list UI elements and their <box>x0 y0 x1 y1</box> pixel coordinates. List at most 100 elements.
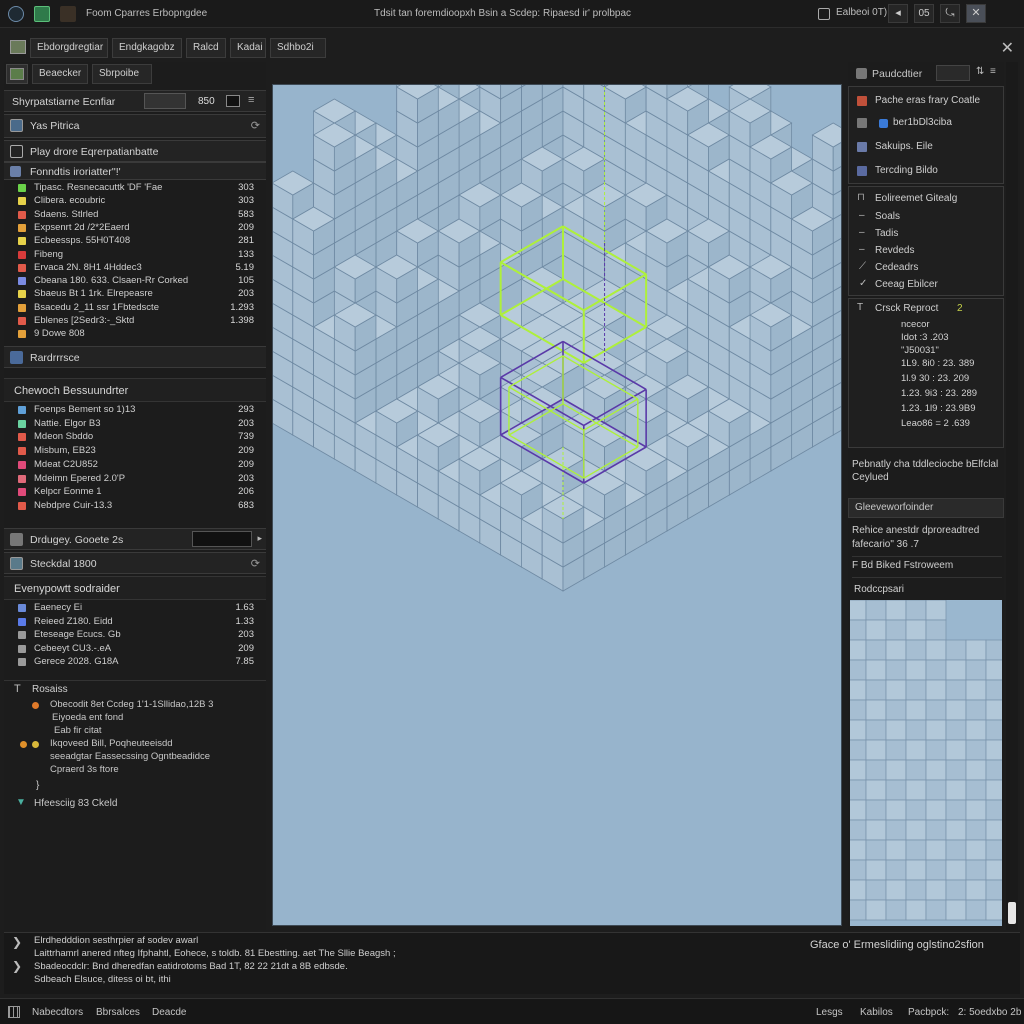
list-item[interactable]: Reieed Z180. Eidd 1.33 <box>4 616 266 629</box>
list-item[interactable]: Sdaens. Stlrled 583 <box>4 209 266 222</box>
status-left-2[interactable]: Deacde <box>152 1007 186 1018</box>
right-item-1[interactable]: ber1bDl3ciba <box>849 115 1005 131</box>
list-item[interactable]: Ecbeessps. 55H0T408 281 <box>4 235 266 248</box>
grid-icon-status[interactable] <box>8 1006 20 1018</box>
zoom-value[interactable]: 05 <box>914 4 934 23</box>
tab-4[interactable]: Sdhbo2i <box>270 38 326 58</box>
list-item[interactable]: Clibera. ecoubric 303 <box>4 195 266 208</box>
image-thumb-icon[interactable] <box>10 40 26 54</box>
left-tab-1[interactable]: Sbrpoibe <box>92 64 152 84</box>
list-item[interactable]: Mdeat C2U852 209 <box>4 459 266 472</box>
list-item[interactable]: Cebeeyt CU3.-.eA 209 <box>4 643 266 656</box>
menu-icon[interactable]: ≡ <box>248 94 254 106</box>
right-s1-item-0[interactable]: – Soals <box>849 209 1005 225</box>
send-icon[interactable]: ⤿ <box>940 4 960 23</box>
preview-voxel <box>865 719 887 741</box>
right-note-3[interactable]: F Bd Biked Fstroweem <box>852 560 1002 578</box>
status-right-0[interactable]: Lesgs <box>816 1007 843 1018</box>
right-item-0[interactable]: Pache eras frary Coatle <box>849 93 1005 109</box>
list-item[interactable]: Mdeon Sbddo 739 <box>4 431 266 444</box>
right-section-3[interactable]: Gleeveworfoinder <box>848 498 1004 518</box>
right-section-2-header[interactable]: T Crsck Reproct 2 <box>849 301 1005 317</box>
calendar-icon[interactable] <box>818 8 830 20</box>
list-item[interactable]: Sbaeus Bt 1 1rk. Elrepeasre 203 <box>4 288 266 301</box>
list-item[interactable]: Expsenrt 2d /2*2Eaerd 209 <box>4 222 266 235</box>
refresh-icon[interactable]: ⟳ <box>251 119 260 132</box>
list-item[interactable]: Foenps Bement so 1)13 293 <box>4 404 266 417</box>
list-item[interactable]: Misbum, EB23 209 <box>4 445 266 458</box>
footer-item[interactable]: ▼ Hfeesciig 83 Ckeld <box>4 796 266 812</box>
close-window-button[interactable]: ✕ <box>966 4 986 23</box>
item-steckdal[interactable]: Steckdal 1800 ⟳ <box>4 552 266 574</box>
voxel-scene[interactable] <box>273 85 842 926</box>
vertical-scrollbar[interactable] <box>1006 62 1018 930</box>
tab-3[interactable]: Kadai <box>230 38 266 58</box>
user-icon[interactable] <box>60 6 76 22</box>
status-right-2[interactable]: Pacbpck: <box>908 1007 949 1018</box>
list-item[interactable]: Fibeng 133 <box>4 249 266 262</box>
refresh-icon-2[interactable]: ⟳ <box>251 557 260 570</box>
preview-pane[interactable] <box>850 600 1002 926</box>
text-icon: T <box>857 302 864 313</box>
3d-viewport[interactable] <box>272 84 842 926</box>
right-item-2[interactable]: Sakuips. Eile <box>849 139 1005 155</box>
section-4-header[interactable]: T Rosaiss <box>4 680 266 696</box>
console-panel: ❯ ❯ Elrdhedddion sesthrpier af sodev awa… <box>4 932 1020 994</box>
list-item[interactable]: Mdeimn Epered 2.0'P 203 <box>4 473 266 486</box>
list-item[interactable]: Nattie. Elgor B3 203 <box>4 418 266 431</box>
section-2-header[interactable]: Chewoch Bessuundrter <box>4 378 266 402</box>
dash-icon-2: – <box>859 227 865 238</box>
item-play[interactable]: Play drore Eqrerpatianbatte <box>4 140 266 162</box>
chevron-down-icon[interactable]: ▼ <box>16 797 26 808</box>
sort-icon[interactable]: ⇅ <box>976 66 984 77</box>
scrollbar-thumb[interactable] <box>1008 902 1016 924</box>
right-section-1-header[interactable]: Eolireemet Gitealg ⊓ <box>849 191 1005 207</box>
tab-2[interactable]: Ralcd <box>186 38 226 58</box>
checkbox-icon[interactable] <box>10 145 23 158</box>
right-s1-item-2[interactable]: – Revdeds <box>849 243 1005 259</box>
list-item[interactable]: Kelpcr Eonme 1 206 <box>4 486 266 499</box>
console-expand-icon[interactable]: ❯ <box>12 935 22 949</box>
right-s1-item-1[interactable]: – Tadis <box>849 226 1005 242</box>
tab-1[interactable]: Endgkagobz <box>112 38 182 58</box>
list-item[interactable]: Eaenecy Ei 1.63 <box>4 602 266 615</box>
toggle-icon[interactable] <box>226 95 240 107</box>
status-left-1[interactable]: Bbrsalces <box>96 1007 140 1018</box>
header-input[interactable] <box>936 65 970 81</box>
status-left-0[interactable]: Nabecdtors <box>32 1007 83 1018</box>
right-s1-item-3[interactable]: ⟋ Cedeadrs <box>849 260 1005 276</box>
right-s1-item-4[interactable]: ✓ Ceeag Ebilcer <box>849 277 1005 293</box>
green-app-icon[interactable] <box>34 6 50 22</box>
image-icon <box>10 119 23 132</box>
list-item[interactable]: Gerece 2028. G18A 7.85 <box>4 656 266 669</box>
right-item-3[interactable]: Tercding Bildo <box>849 163 1005 179</box>
menu-icon-right[interactable]: ≡ <box>990 66 996 77</box>
search-input[interactable] <box>144 93 186 109</box>
panel-checkbox-icon[interactable] <box>856 68 867 79</box>
status-right-3[interactable]: 2: 5oedxbo 2b <box>958 1007 1021 1018</box>
previous-button[interactable]: ◂ <box>888 4 908 23</box>
preview-voxel <box>850 799 867 821</box>
list-item[interactable]: Tipasc. Resnecacuttk 'DF 'Fae 303 <box>4 182 266 195</box>
item-pitrica[interactable]: Yas Pitrica ⟳ <box>4 114 266 138</box>
list-item[interactable]: Cbeana 180. 633. Clsaen-Rr Corked 105 <box>4 275 266 288</box>
list-item[interactable]: Ervaca 2N. 8H1 4Hddec3 5.19 <box>4 262 266 275</box>
list-item[interactable]: Eblenes [2Sedr3:-_Sktd 1.398 <box>4 315 266 328</box>
list-item[interactable]: Nebdpre Cuir-13.3 683 <box>4 500 266 513</box>
status-right-1[interactable]: Kabilos <box>860 1007 893 1018</box>
value-input[interactable] <box>192 531 252 547</box>
tab-0[interactable]: Ebdorgdregtiar <box>30 38 108 58</box>
close-icon[interactable]: ✕ <box>1001 38 1014 58</box>
console-chevron-icon[interactable]: ❯ <box>12 959 22 973</box>
section-1-header[interactable]: Fonndtis iroriatter''!' <box>4 162 266 180</box>
item-drdugey[interactable]: Drdugey. Gooete 2s ▸ <box>4 528 266 550</box>
item-rardrrrsce[interactable]: Rardrrrsce <box>4 346 266 368</box>
left-tab-0[interactable]: Beaecker <box>32 64 88 84</box>
list-item[interactable]: Eteseage Ecucs. Gb 203 <box>4 629 266 642</box>
section-3-header[interactable]: Evenypowtt sodraider <box>4 576 266 600</box>
dropdown-icon[interactable]: ▸ <box>257 533 262 544</box>
panel-thumb-icon[interactable] <box>6 64 28 84</box>
list-item[interactable]: 9 Dowe 808 <box>4 328 266 341</box>
document-tabs: Ebdorgdregtiar Endgkagobz Ralcd Kadai Sd… <box>0 34 1024 60</box>
list-item[interactable]: Bsacedu 2_11 ssr 1Fbtedscte 1.293 <box>4 302 266 315</box>
